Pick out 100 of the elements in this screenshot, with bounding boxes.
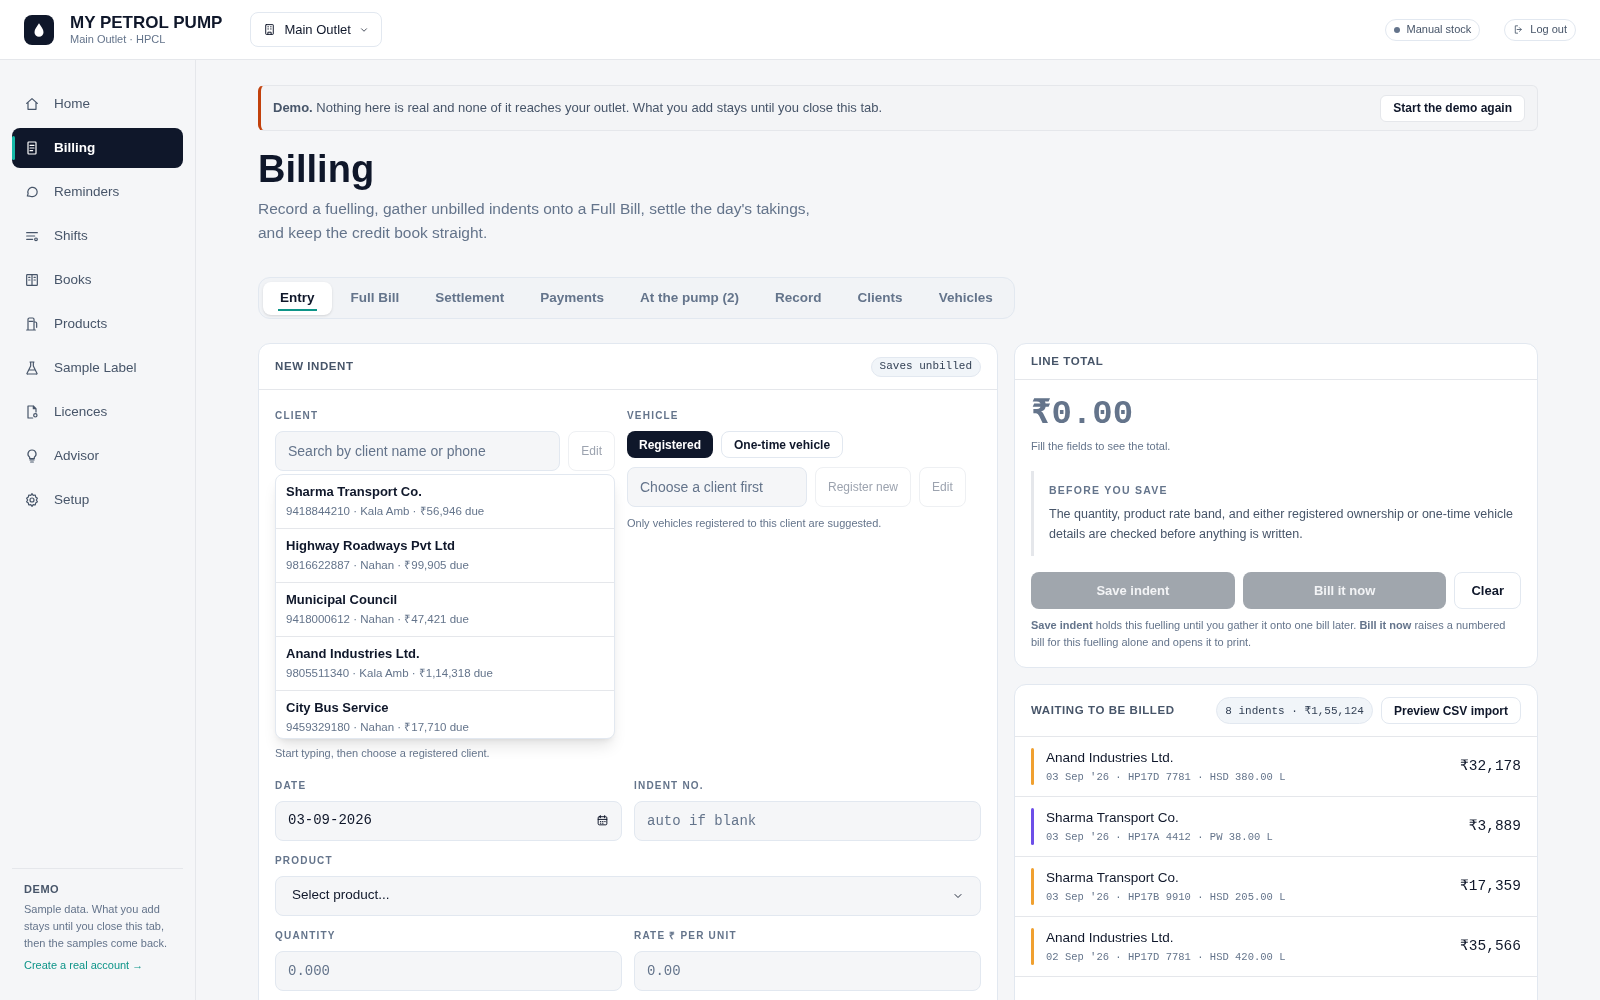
tab[interactable]: Clients — [840, 281, 920, 315]
waiting-row[interactable]: Anand Industries Ltd. 03 Sep '26 · HP17D 7781 · HSD 380.00 L ₹32,178 — [1015, 737, 1537, 798]
input-field[interactable]: 0.00 — [634, 950, 981, 991]
sidebar-item[interactable]: Reminders — [12, 172, 183, 212]
sidebar-item[interactable]: Advisor — [12, 436, 183, 476]
note-text: The quantity, product rate band, and either registered ownership or one-time vehicle details are checked before anything is written. — [1049, 506, 1514, 544]
settings-icon — [24, 492, 40, 508]
indent-amount: ₹32,178 — [1460, 756, 1521, 776]
app-title: MY PETROL PUMP — [70, 12, 223, 34]
total-amount: ₹0.00 — [1031, 394, 1135, 434]
field-hint: Only vehicles registered to this client are suggested. — [627, 516, 883, 531]
building-icon — [263, 23, 277, 36]
client-name: Sharma Transport Co. — [1046, 808, 1180, 827]
vehicle-mode-toggle[interactable]: One-time vehicle — [721, 431, 844, 458]
indent-amount: ₹35,566 — [1460, 936, 1521, 956]
tab[interactable]: Vehicles — [921, 281, 1010, 315]
tab[interactable]: Full Bill — [333, 281, 417, 315]
sidebar-item[interactable]: Shifts — [12, 216, 183, 256]
input-field[interactable]: auto if blank — [634, 800, 981, 841]
indent-detail: 02 Sep '26 · HP17D 7781 · HSD 420.00 L — [1046, 950, 1287, 965]
flask-icon — [24, 360, 40, 376]
sidebar-item[interactable]: Books — [12, 260, 183, 300]
waiting-row[interactable]: Sharma Transport Co. 03 Sep '26 · HP17B 9910 · HSD 205.00 L ₹17,359 — [1015, 857, 1537, 918]
client-detail: 9459329180 · Nahan · ₹17,710 due — [286, 720, 470, 735]
client-name: Municipal Council — [286, 591, 399, 609]
document-icon — [24, 404, 40, 420]
sidebar-item[interactable]: Sample Label — [12, 348, 183, 388]
client-name: Sharma Transport Co. — [1046, 868, 1180, 887]
client-detail: 9805511340 · Kala Amb · ₹1,14,318 due — [286, 666, 494, 681]
lightbulb-icon — [24, 448, 40, 464]
client-detail: 9418000612 · Nahan · ₹47,421 due — [286, 612, 470, 627]
receipt-icon — [24, 140, 40, 156]
input-field[interactable]: Search by client name or phone — [275, 431, 561, 471]
waiting-row[interactable]: Anand Industries Ltd. 02 Sep '26 · HP17D 7781 · HSD 420.00 L ₹35,566 — [1015, 917, 1537, 978]
field-label: VEHICLE — [627, 409, 680, 423]
client-name: Anand Industries Ltd. — [286, 645, 421, 663]
field-hint: Start typing, then choose a registered client. — [275, 746, 491, 761]
restart-demo-button[interactable]: Start the demo again — [1380, 94, 1525, 122]
card-title: LINE TOTAL — [1031, 353, 1104, 369]
indent-detail: 03 Sep '26 · HP17A 4412 · PW 38.00 L — [1046, 830, 1274, 845]
client-detail: 9418844210 · Kala Amb · ₹56,946 due — [286, 504, 486, 519]
suggestion-item[interactable]: City Bus Service 9459329180 · Nahan · ₹17,710 due — [276, 691, 614, 738]
field-label: CLIENT — [275, 409, 320, 423]
date-field[interactable]: 03-09-2026 — [275, 800, 622, 841]
field-label: RATE ₹ PER UNIT — [634, 928, 738, 943]
chat-bubble-icon — [24, 184, 40, 200]
sidebar-item[interactable]: Products — [12, 304, 183, 344]
card-title: NEW INDENT — [275, 358, 354, 374]
indent-amount: ₹17,359 — [1460, 876, 1521, 896]
client-name: Highway Roadways Pvt Ltd — [286, 537, 457, 555]
waiting-row[interactable]: Sharma Transport Co. 03 Sep '26 · HP17A 4412 · PW 38.00 L ₹3,889 — [1015, 797, 1537, 858]
field-label: DATE — [275, 778, 308, 793]
csv-import-button[interactable]: Preview CSV import — [1380, 697, 1521, 725]
sidebar-item[interactable]: Licences — [12, 392, 183, 432]
sidebar-item[interactable]: Billing — [12, 128, 183, 168]
indent-amount: ₹3,889 — [1468, 816, 1521, 836]
tab[interactable]: Settlement — [418, 281, 522, 315]
client-name: Anand Industries Ltd. — [1046, 928, 1175, 947]
sidebar-item[interactable]: Setup — [12, 480, 183, 520]
sidebar-item[interactable]: Home — [12, 84, 183, 124]
demo-note: Sample data. What you add stays until you close this tab, then the samples come back. — [24, 902, 169, 951]
status-badge: Saves unbilled — [870, 356, 981, 377]
calendar-icon — [596, 814, 609, 827]
card-title: WAITING TO BE BILLED — [1031, 703, 1176, 719]
client-name: Sharma Transport Co. — [286, 483, 423, 501]
page-title: Billing — [258, 147, 376, 192]
demo-heading: DEMO — [24, 881, 61, 897]
summary-badge: 8 indents · ₹1,55,124 — [1216, 697, 1373, 725]
client-name: Anand Industries Ltd. — [1046, 748, 1175, 767]
input-field[interactable]: Choose a client first — [627, 467, 807, 507]
note-heading: BEFORE YOU SAVE — [1049, 482, 1169, 498]
tab[interactable]: Entry — [263, 281, 332, 315]
tab[interactable]: Record — [758, 281, 839, 315]
indent-detail: 03 Sep '26 · HP17B 9910 · HSD 205.00 L — [1046, 890, 1287, 905]
outlet-subtitle: Main Outlet · HPCL — [70, 33, 167, 47]
suggestion-item[interactable]: Sharma Transport Co. 9418844210 · Kala Amb · ₹56,946 due — [276, 475, 614, 529]
tab[interactable]: Payments — [523, 281, 622, 315]
create-account-link[interactable]: Create a real account → — [24, 959, 144, 971]
total-hint: Fill the fields to see the total. — [1031, 439, 1172, 454]
action-button[interactable]: Clear — [1454, 572, 1521, 610]
client-detail: 9816622887 · Nahan · ₹99,905 due — [286, 558, 470, 573]
product-select[interactable]: Select product... — [275, 875, 981, 916]
field-label: PRODUCT — [275, 853, 334, 868]
drop-icon — [24, 14, 54, 45]
footnote: Save indent holds this fuelling until you gather it onto one bill later. Bill it now raises a numbered bill for this fuelling alone and opens it to print. — [1031, 618, 1507, 651]
field-label: QUANTITY — [275, 928, 337, 943]
home-icon — [24, 96, 40, 112]
client-name: City Bus Service — [286, 699, 390, 717]
book-icon — [24, 272, 40, 288]
page-subtitle: Record a fuelling, gather unbilled indents onto a Full Bill, settle the day's takings, and keep the credit book straight. — [258, 199, 811, 243]
logout-icon — [1513, 24, 1525, 35]
suggestion-item[interactable]: Highway Roadways Pvt Ltd 9816622887 · Nahan · ₹99,905 due — [276, 529, 614, 583]
field-label: INDENT NO. — [634, 778, 705, 793]
fuel-pump-icon — [24, 316, 40, 332]
outlet-select[interactable]: Main Outlet — [250, 12, 382, 47]
input-field[interactable]: 0.000 — [275, 950, 622, 991]
tab[interactable]: At the pump (2) — [623, 281, 757, 315]
suggestion-item[interactable]: Municipal Council 9418000612 · Nahan · ₹47,421 due — [276, 583, 614, 637]
vehicle-mode-toggle[interactable]: Registered — [627, 431, 714, 458]
suggestion-item[interactable]: Anand Industries Ltd. 9805511340 · Kala Amb · ₹1,14,318 due — [276, 637, 614, 691]
